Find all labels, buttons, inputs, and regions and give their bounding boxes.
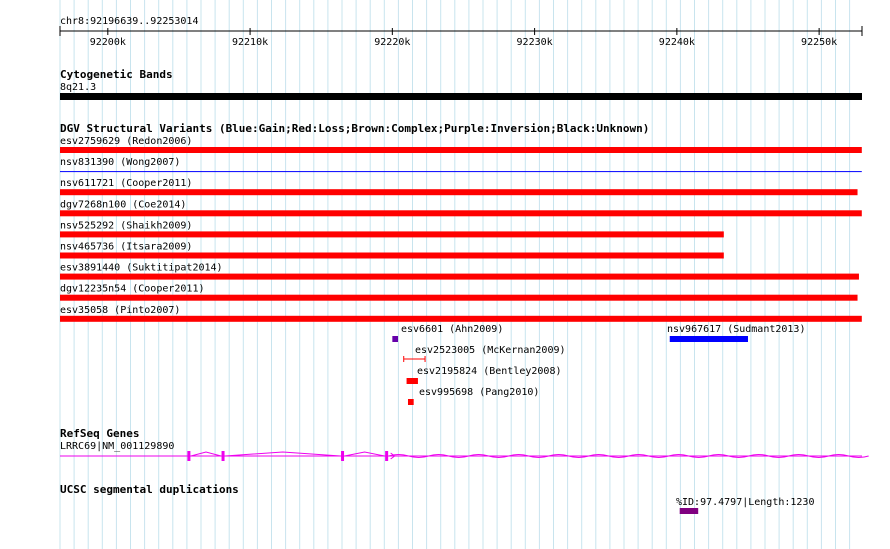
gene-intron	[190, 451, 222, 457]
segdup-feature-label: %ID:97.4797|Length:1230	[676, 497, 814, 508]
dgv-variant-bar[interactable]	[407, 399, 414, 405]
gene-exon[interactable]	[187, 451, 191, 461]
gene-model-lrrc69[interactable]	[60, 451, 869, 461]
ruler-tick-label: 92250k	[801, 37, 837, 48]
ruler-tick-label: 92240k	[659, 37, 695, 48]
dgv-variant-bar[interactable]	[669, 336, 748, 342]
refseq-gene-label: LRRC69|NM_001129890	[60, 441, 174, 452]
cytoband-track-title: Cytogenetic Bands	[60, 68, 173, 81]
cytoband-bar[interactable]	[60, 93, 862, 100]
dgv-variant-label[interactable]: esv2523005 (McKernan2009)	[415, 345, 566, 356]
dgv-track-title: DGV Structural Variants (Blue:Gain;Red:L…	[60, 122, 649, 135]
gene-intron	[225, 451, 341, 457]
segdup-feature-bar[interactable]	[679, 508, 699, 514]
dgv-variant-rows: esv2759629 (Redon2006) nsv831390 (Wong200…	[60, 136, 862, 322]
dgv-variant-bar[interactable]	[60, 315, 862, 322]
dgv-variant-bar[interactable]	[406, 378, 418, 384]
ruler-tick-label: 92210k	[232, 37, 268, 48]
dgv-variant-label[interactable]: esv35058 (Pinto2007)	[60, 305, 180, 316]
dgv-variant-bar[interactable]	[392, 336, 399, 342]
dgv-variant-bar[interactable]	[60, 294, 858, 301]
dgv-variant-label[interactable]: nsv831390 (Wong2007)	[60, 157, 180, 168]
dgv-variant-label[interactable]: nsv611721 (Cooper2011)	[60, 178, 192, 189]
dgv-variant-bar[interactable]	[60, 252, 724, 259]
dgv-variant-label[interactable]: esv995698 (Pang2010)	[419, 387, 539, 398]
segdup-track-title: UCSC segmental duplications	[60, 483, 239, 496]
dgv-variant-bar[interactable]	[60, 210, 862, 217]
dgv-variant-label[interactable]: esv2195824 (Bentley2008)	[417, 366, 562, 377]
region-label: chr8:92196639..92253014	[60, 16, 198, 27]
position-ruler: 92200k 92210k 92220k 92230k 92240k 92250k	[59, 26, 863, 48]
genome-browser-canvas: chr8:92196639..92253014 92200k 92210k 9222…	[59, 0, 869, 549]
dgv-variant-label[interactable]: esv6601 (Ahn2009)	[401, 324, 503, 335]
dgv-variant-label[interactable]: dgv12235n54 (Cooper2011)	[60, 284, 205, 295]
dgv-variant-label[interactable]: esv3891440 (Suktitipat2014)	[60, 263, 223, 274]
dgv-variant-label[interactable]: dgv7268n100 (Coe2014)	[60, 199, 186, 210]
gene-intron	[344, 451, 385, 457]
dgv-variant-label[interactable]: nsv967617 (Sudmant2013)	[667, 324, 805, 335]
dgv-variant-label[interactable]: nsv465736 (Itsara2009)	[60, 242, 192, 253]
dgv-variant-bar[interactable]	[60, 171, 862, 173]
gene-exon[interactable]	[341, 451, 345, 461]
ruler-tick-label: 92230k	[517, 37, 553, 48]
dgv-variant-bar[interactable]	[60, 273, 859, 280]
dgv-variant-bar[interactable]	[60, 231, 724, 238]
dgv-variant-bar[interactable]	[60, 189, 858, 196]
cytoband-label: 8q21.3	[60, 82, 96, 93]
gene-exon[interactable]	[221, 451, 225, 461]
refseq-track-title: RefSeq Genes	[60, 427, 139, 440]
ruler-tick-label: 92220k	[374, 37, 410, 48]
gene-exon[interactable]	[385, 451, 389, 461]
dgv-variant-bar[interactable]	[60, 147, 862, 153]
dgv-variant-label[interactable]: nsv525292 (Shaikh2009)	[60, 220, 192, 231]
dgv-variant-label[interactable]: esv2759629 (Redon2006)	[60, 136, 192, 147]
ruler-tick-label: 92200k	[90, 37, 126, 48]
